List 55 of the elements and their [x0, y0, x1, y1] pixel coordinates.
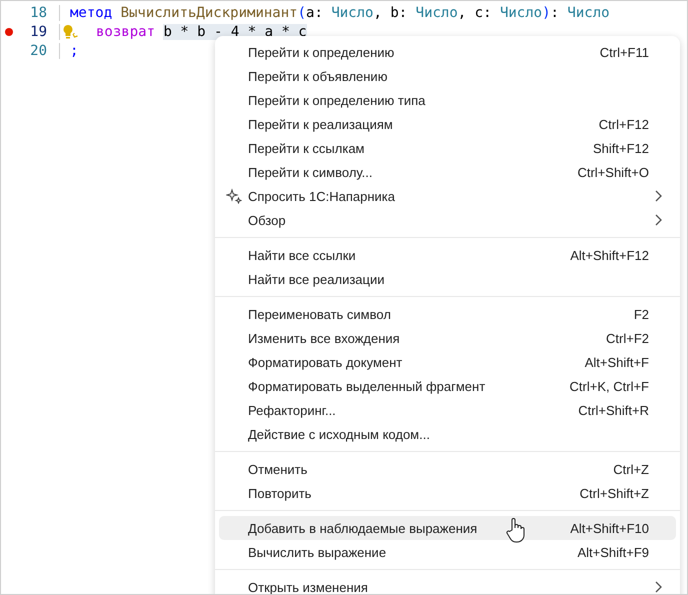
menu-item[interactable]: Спросить 1С:Напарника	[219, 184, 676, 208]
menu-item[interactable]: Форматировать документ Alt+Shift+F	[219, 350, 676, 374]
shortcut-label: Ctrl+F11	[600, 44, 649, 60]
menu-item[interactable]: Перейти к объявлению	[219, 64, 676, 88]
shortcut-label: F2	[634, 306, 649, 322]
code-token: ;	[70, 42, 78, 58]
code-token: Число	[500, 4, 542, 20]
code-token: ВычислитьДискриминант	[120, 4, 298, 20]
shortcut-label: Ctrl+Shift+O	[577, 164, 649, 180]
code-token: Число	[331, 4, 374, 20]
code-token: , b:	[373, 4, 408, 20]
code-token: (	[298, 4, 306, 20]
menu-item[interactable]: Перейти к определению типа	[219, 88, 676, 112]
code-token: , c:	[458, 4, 493, 20]
shortcut-label: Alt+Shift+F10	[570, 520, 649, 536]
shortcut-label: Alt+Shift+F	[584, 354, 649, 370]
code-token: метод	[70, 4, 114, 20]
breakpoint-icon[interactable]	[5, 28, 13, 36]
shortcut-label: Alt+Shift+F9	[577, 544, 649, 560]
shortcut-label: Alt+Shift+F12	[570, 248, 649, 262]
menu-item[interactable]: Форматировать выделенный фрагмент Ctrl+K, Ctrl+F	[219, 374, 676, 398]
menu-item[interactable]: Действие с исходным кодом...	[219, 422, 676, 446]
code-token: :	[550, 4, 560, 20]
menu-item[interactable]: Вычислить выражение Alt+Shift+F9	[219, 540, 676, 564]
code-token: a:	[306, 4, 324, 20]
menu-item[interactable]: Найти все ссылки Alt+Shift+F12	[219, 243, 676, 267]
hand-cursor-icon	[505, 517, 527, 543]
shortcut-label: Shift+F12	[592, 140, 649, 156]
menu-item[interactable]: Рефакторинг... Ctrl+Shift+R	[219, 398, 676, 422]
shortcut-label: Ctrl+F2	[606, 330, 649, 346]
code-token: Число	[567, 4, 610, 20]
sparkle-icon	[226, 188, 242, 204]
code-token: Число	[416, 4, 458, 20]
shortcut-label: Ctrl+Z	[613, 462, 649, 476]
menu-item[interactable]: Обзор	[219, 208, 676, 232]
line-number: 18	[29, 4, 47, 20]
menu-item[interactable]: Перейти к символу... Ctrl+Shift+O	[219, 160, 676, 184]
menu-item[interactable]: Изменить все вхождения Ctrl+F2	[219, 326, 676, 350]
shortcut-label: Ctrl+K, Ctrl+F	[570, 378, 649, 394]
menu-item[interactable]: Повторить Ctrl+Shift+Z	[219, 481, 676, 505]
menu-item[interactable]: Добавить в наблюдаемые выражения Alt+Shift+F10	[219, 516, 676, 540]
shortcut-label: Ctrl+F12	[598, 116, 649, 132]
menu-item[interactable]: Перейти к определению Ctrl+F11	[219, 40, 676, 64]
menu-item[interactable]: Найти все реализации	[219, 267, 676, 291]
menu-item[interactable]: Перейти к ссылкам Shift+F12	[219, 136, 676, 160]
menu-item[interactable]: Открыть изменения	[219, 575, 676, 594]
code-token: возврат	[96, 24, 156, 40]
code-token: )	[542, 4, 551, 20]
line-number: 20	[29, 42, 47, 58]
shortcut-label: Ctrl+Shift+Z	[580, 486, 649, 500]
menu-item[interactable]: Переименовать символ F2	[219, 302, 676, 326]
line-number: 19	[29, 24, 47, 40]
menu-item[interactable]: Перейти к реализациям Ctrl+F12	[219, 112, 676, 136]
menu-item[interactable]: Отменить Ctrl+Z	[219, 457, 676, 481]
shortcut-label: Ctrl+Shift+R	[578, 402, 649, 418]
